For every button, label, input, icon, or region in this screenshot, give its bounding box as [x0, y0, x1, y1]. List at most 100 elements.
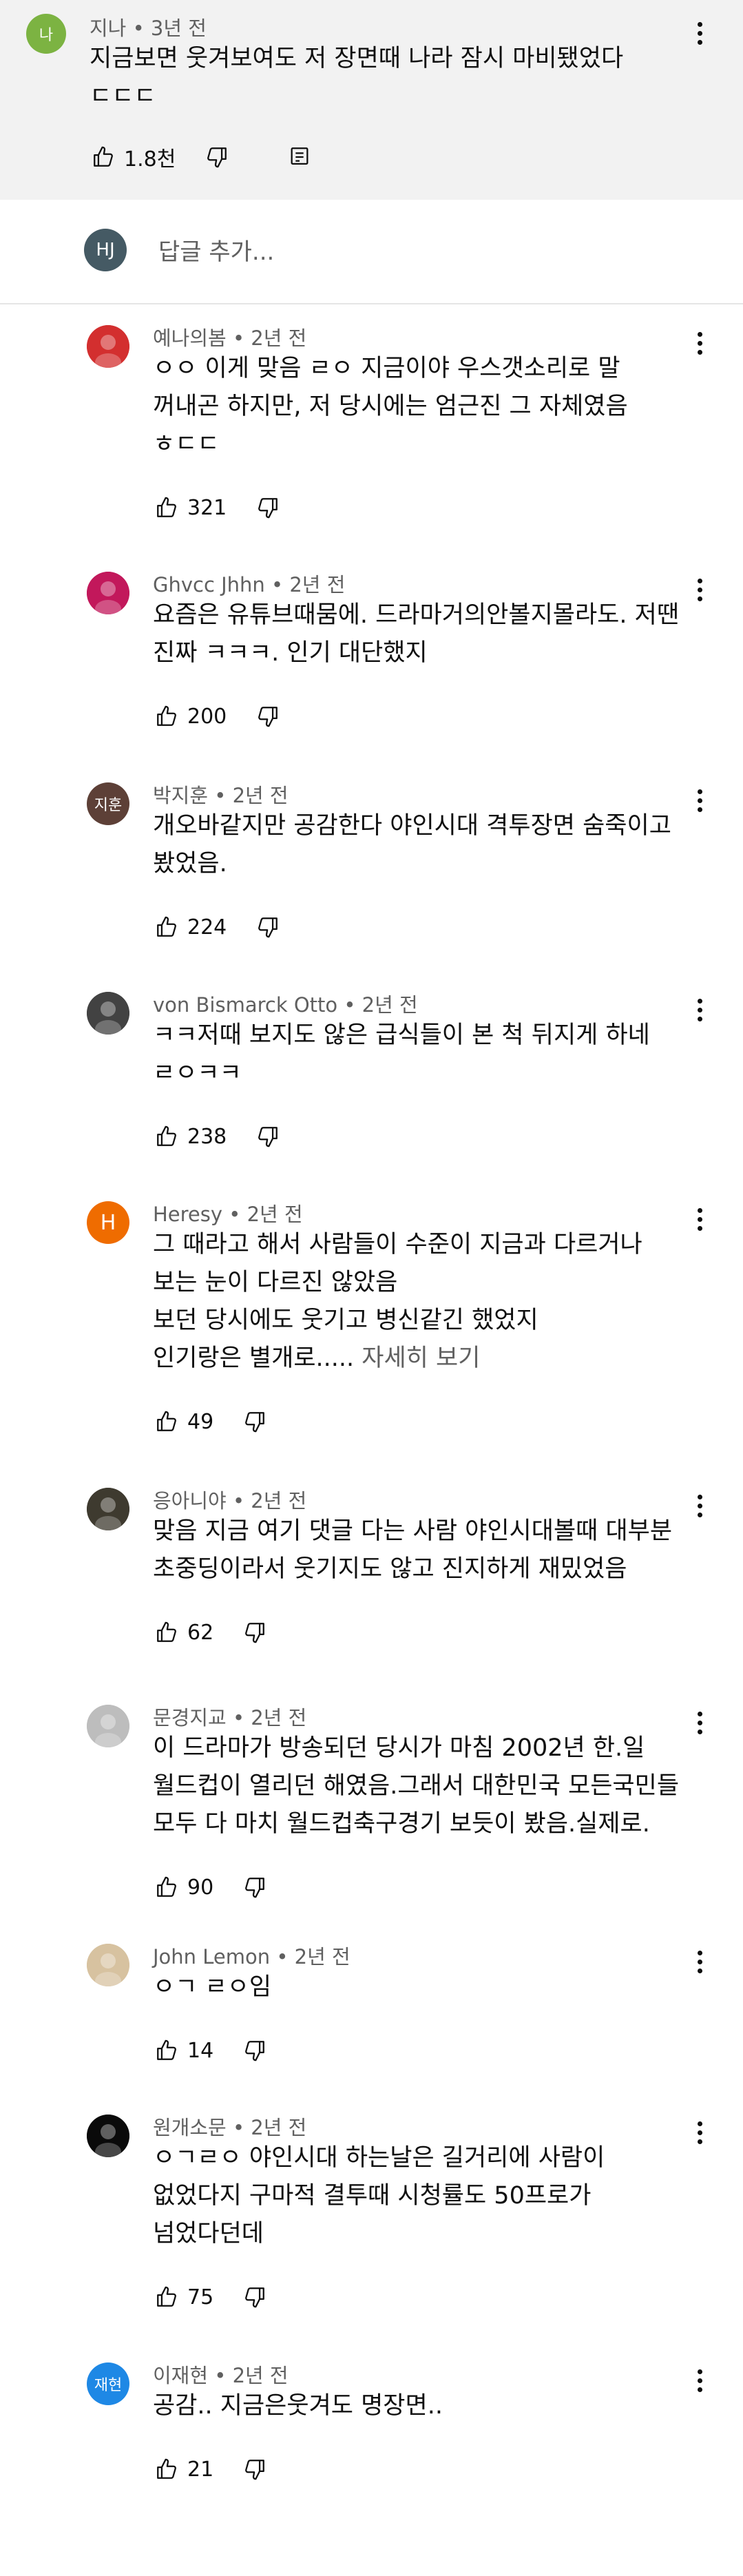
comment-meta: Heresy • 2년 전 [153, 1203, 303, 1226]
reply-comment: Ghvcc Jhhn • 2년 전요즘은 유튜브때뭄에. 드라마거의안볼지몰라도… [0, 565, 743, 785]
comment-text: ㅇㅇ 이게 맞음 ㄹㅇ 지금이야 우스갯소리로 말 꺼내곤 하지만, 저 당시에… [153, 350, 704, 464]
dislike-icon[interactable] [254, 494, 282, 521]
more-menu-button[interactable] [686, 780, 713, 821]
user-avatar[interactable]: HJ [84, 229, 127, 271]
comment-text: ㅇㄱ ㄹㅇ임 [153, 1969, 704, 2006]
like-count: 224 [187, 915, 227, 939]
commenter-avatar[interactable] [87, 325, 129, 368]
dislike-icon[interactable] [241, 2037, 269, 2064]
like-count: 200 [187, 704, 227, 729]
dislike-icon[interactable] [241, 2455, 269, 2483]
comment-text-content: 이 드라마가 방송되던 당시가 마침 2002년 한.일 월드컵이 열리던 해였… [153, 1734, 680, 1838]
reply-icon[interactable] [286, 143, 313, 171]
dislike-icon[interactable] [241, 2283, 269, 2311]
comment-text-content: 요즘은 유튜브때뭄에. 드라마거의안볼지몰라도. 저땐 진짜 ㅋㅋㅋ. 인기 대… [153, 601, 680, 667]
like-icon[interactable] [153, 1408, 180, 1435]
more-menu-button[interactable] [686, 1485, 713, 1526]
like-icon[interactable] [153, 2455, 180, 2483]
add-reply-row[interactable]: HJ 답글 추가... [0, 200, 743, 303]
reply-comment: H Heresy • 2년 전그 때라고 해서 사람들이 수준이 지금과 다르거나… [0, 1194, 743, 1434]
commenter-avatar[interactable] [87, 1488, 129, 1530]
reply-comment: 지훈 박지훈 • 2년 전개오바같지만 공감한다 야인시대 격투장면 숨죽이고 봤… [0, 776, 743, 996]
comment-text-content: ㅇㄱㄹㅇ 야인시대 하는날은 길거리에 사람이 없었다지 구마적 결투때 시청률… [153, 2144, 605, 2247]
parent-comment: 나 지나 • 3년 전 지금보면 웃겨보여도 저 장면때 나라 잠시 마비됐었다… [0, 0, 743, 200]
comment-meta: von Bismarck Otto • 2년 전 [153, 993, 418, 1017]
more-menu-button[interactable] [686, 1702, 713, 1743]
parent-comment-meta: 지나 • 3년 전 [90, 17, 207, 40]
dislike-icon[interactable] [203, 143, 231, 171]
dislike-icon[interactable] [254, 1123, 282, 1150]
commenter-avatar[interactable] [87, 1705, 129, 1747]
comment-meta: 문경지교 • 2년 전 [153, 1706, 307, 1730]
comment-text-content: ㅇㅇ 이게 맞음 ㄹㅇ 지금이야 우스갯소리로 말 꺼내곤 하지만, 저 당시에… [153, 355, 628, 458]
comment-actions: 62 [153, 1612, 269, 1653]
more-menu-button[interactable] [686, 2112, 713, 2153]
reply-comment: 응아니야 • 2년 전 맞음 지금 여기 댓글 다는 사람 야인시대볼때 대부분 … [0, 1481, 743, 1701]
comment-actions: 14 [153, 2030, 269, 2071]
comment-meta: 예나의봄 • 2년 전 [153, 326, 307, 350]
like-icon[interactable] [153, 1873, 180, 1901]
more-menu-button[interactable] [686, 1198, 713, 1240]
parent-more-menu-button[interactable] [686, 12, 713, 54]
like-icon[interactable] [90, 143, 117, 171]
like-count: 321 [187, 495, 227, 520]
comment-actions: 49 [153, 1401, 269, 1442]
comment-text: 그 때라고 해서 사람들이 수준이 지금과 다르거나 보는 눈이 다르진 않았음… [153, 1226, 704, 1378]
more-menu-button[interactable] [686, 2360, 713, 2401]
comment-actions: 90 [153, 1867, 269, 1908]
comment-text: ㅇㄱㄹㅇ 야인시대 하는날은 길거리에 사람이 없었다지 구마적 결투때 시청률… [153, 2139, 704, 2253]
commenter-avatar[interactable] [87, 1944, 129, 1986]
divider [0, 303, 743, 304]
like-count: 1.8천 [124, 147, 176, 172]
commenter-avatar[interactable]: H [87, 1201, 129, 1244]
like-count: 21 [187, 2457, 214, 2482]
commenter-avatar[interactable] [87, 992, 129, 1035]
comment-actions: 321 [153, 487, 282, 528]
more-menu-button[interactable] [686, 989, 713, 1030]
avatar-initials: 재현 [94, 2377, 123, 2394]
commenter-avatar[interactable] [87, 2115, 129, 2157]
add-reply-input[interactable]: 답글 추가... [158, 233, 274, 267]
like-count: 238 [187, 1124, 227, 1149]
more-menu-button[interactable] [686, 569, 713, 610]
like-icon[interactable] [153, 2283, 180, 2311]
like-icon[interactable] [153, 1123, 180, 1150]
more-menu-button[interactable] [686, 1941, 713, 1982]
parent-comment-text: 지금보면 웃겨보여도 저 장면때 나라 잠시 마비됐었다 ㄷㄷㄷ [90, 45, 624, 110]
like-count: 62 [187, 1620, 214, 1645]
parent-avatar[interactable]: 나 [26, 14, 66, 54]
reply-comment: von Bismarck Otto • 2년 전 ㅋㅋ저때 보지도 않은 급식들이… [0, 985, 743, 1205]
commenter-avatar[interactable] [87, 572, 129, 614]
like-icon[interactable] [153, 494, 180, 521]
comment-meta: Ghvcc Jhhn • 2년 전 [153, 573, 346, 596]
see-more-link[interactable]: 자세히 보기 [362, 1344, 480, 1372]
dislike-icon[interactable] [254, 703, 282, 730]
like-icon[interactable] [153, 703, 180, 730]
commenter-avatar[interactable]: 재현 [87, 2362, 129, 2405]
comment-meta: 박지훈 • 2년 전 [153, 784, 289, 807]
reply-comment: 문경지교 • 2년 전이 드라마가 방송되던 당시가 마침 2002년 한.일 … [0, 1698, 743, 1918]
dislike-icon[interactable] [241, 1619, 269, 1646]
more-menu-button[interactable] [686, 322, 713, 364]
avatar-initials: 지훈 [94, 797, 123, 814]
comment-meta: 원개소문 • 2년 전 [153, 2116, 307, 2139]
commenter-avatar[interactable]: 지훈 [87, 782, 129, 825]
like-count: 90 [187, 1875, 214, 1900]
comment-text-content: 개오바같지만 공감한다 야인시대 격투장면 숨죽이고 봤었음. [153, 812, 671, 877]
reply-comment: 예나의봄 • 2년 전 ㅇㅇ 이게 맞음 ㄹㅇ 지금이야 우스갯소리로 말 꺼내곤… [0, 318, 743, 539]
reply-comment: 재현 이재현 • 2년 전 공감.. 지금은웃겨도 명장면.. 21 [0, 2356, 743, 2576]
like-count: 49 [187, 1409, 214, 1434]
like-count: 14 [187, 2038, 214, 2063]
like-icon[interactable] [153, 2037, 180, 2064]
dislike-icon[interactable] [241, 1873, 269, 1901]
dislike-icon[interactable] [254, 913, 282, 941]
like-icon[interactable] [153, 1619, 180, 1646]
dislike-icon[interactable] [241, 1408, 269, 1435]
comment-text: 요즘은 유튜브때뭄에. 드라마거의안볼지몰라도. 저땐 진짜 ㅋㅋㅋ. 인기 대… [153, 596, 704, 672]
comment-text: ㅋㅋ저때 보지도 않은 급식들이 본 척 뒤지게 하네 ㄹㅇㅋㅋ [153, 1017, 704, 1092]
comment-meta: 응아니야 • 2년 전 [153, 1489, 307, 1513]
like-icon[interactable] [153, 913, 180, 941]
comment-text: 개오바같지만 공감한다 야인시대 격투장면 숨죽이고 봤었음. [153, 807, 704, 883]
comment-actions: 21 [153, 2449, 269, 2490]
comment-meta: John Lemon • 2년 전 [153, 1945, 350, 1969]
